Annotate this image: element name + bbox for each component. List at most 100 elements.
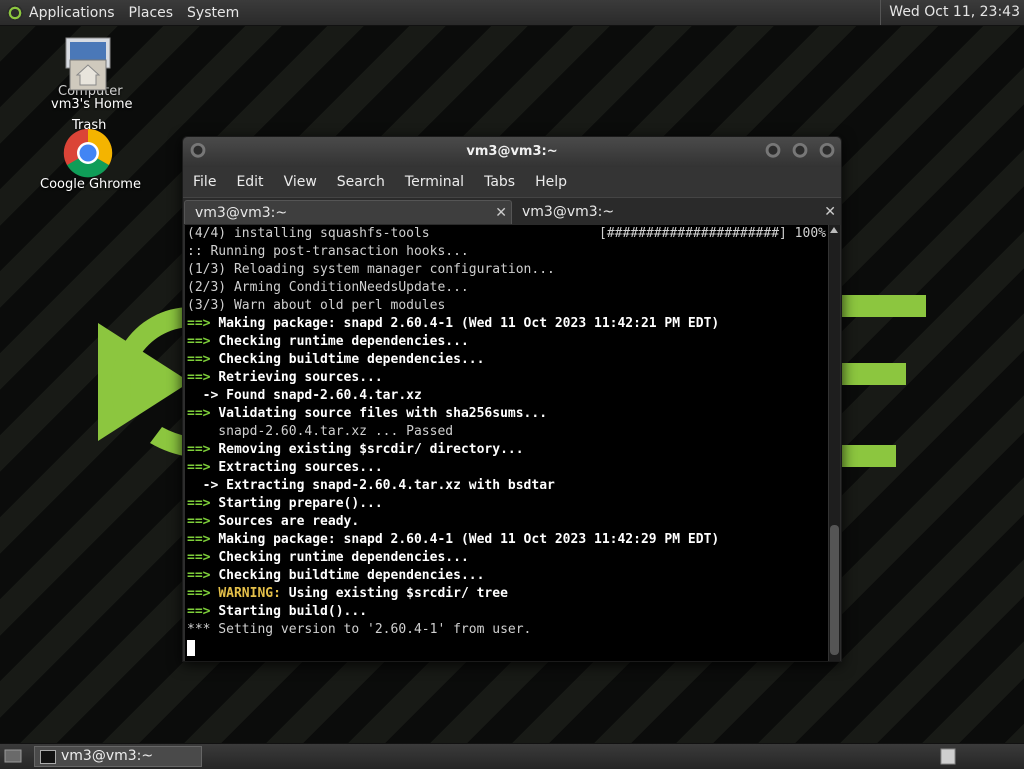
maximize-icon[interactable] (792, 143, 808, 159)
window-title: vm3@vm3:~ (466, 144, 558, 159)
terminal-line: snapd-2.60.4.tar.xz ... Passed (185, 423, 828, 441)
arrow-prefix: ==> (187, 568, 219, 583)
scroll-up-icon[interactable] (830, 227, 838, 233)
terminal-output[interactable]: [######################] 100% (4/4) inst… (185, 225, 828, 661)
terminal-line: -> Found snapd-2.60.4.tar.xz (185, 387, 828, 405)
terminal-line: (2/3) Arming ConditionNeedsUpdate... (185, 279, 828, 297)
menu-places[interactable]: Places (129, 5, 174, 21)
close-icon[interactable] (819, 143, 835, 159)
line-text: Checking buildtime dependencies... (218, 568, 485, 583)
arrow-prefix: ==> (187, 532, 219, 547)
line-text: *** Setting version to '2.60.4-1' from u… (187, 622, 532, 637)
clock[interactable]: Wed Oct 11, 23:43 (880, 0, 1020, 25)
terminal-window[interactable]: vm3@vm3:~ File Edit View Search Terminal… (182, 136, 842, 662)
menubar: File Edit View Search Terminal Tabs Help (183, 167, 841, 197)
arrow-prefix: ==> (187, 550, 219, 565)
home-label: vm3's Home (51, 97, 133, 112)
chrome-icon (63, 128, 113, 178)
taskbar-terminal[interactable]: vm3@vm3:~ (34, 746, 202, 767)
arrow-prefix: ==> (187, 586, 219, 601)
desktop-icon-computer[interactable]: Computer vm3's Home Trash (40, 34, 136, 134)
arrow-prefix: ==> (187, 442, 219, 457)
terminal-line: -> Extracting snapd-2.60.4.tar.xz with b… (185, 477, 828, 495)
arrow-prefix: ==> (187, 604, 219, 619)
line-text: Making package: snapd 2.60.4-1 (Wed 11 O… (218, 532, 720, 547)
line-text: Extracting snapd-2.60.4.tar.xz with bsdt… (226, 478, 555, 493)
arrow-prefix: ==> (187, 460, 219, 475)
line-text: snapd-2.60.4.tar.xz ... Passed (187, 424, 454, 439)
arrow-prefix: ==> (187, 316, 219, 331)
line-text: Removing existing $srcdir/ directory... (218, 442, 524, 457)
line-text: Sources are ready. (218, 514, 360, 529)
line-text: (4/4) installing squashfs-tools (187, 226, 430, 241)
menu-system[interactable]: System (187, 5, 239, 21)
line-text: Starting prepare()... (218, 496, 383, 511)
workspace-switcher-icon[interactable] (940, 748, 956, 765)
line-text: Found snapd-2.60.4.tar.xz (226, 388, 422, 403)
tab-label: vm3@vm3:~ (522, 204, 615, 220)
line-text: (2/3) Arming ConditionNeedsUpdate... (187, 280, 469, 295)
terminal-line: *** Setting version to '2.60.4-1' from u… (185, 621, 828, 639)
terminal-line: ==> Validating source files with sha256s… (185, 405, 828, 423)
terminal-line: ==> Making package: snapd 2.60.4-1 (Wed … (185, 315, 828, 333)
line-text: (3/3) Warn about old perl modules (187, 298, 446, 313)
arrow-prefix: ==> (187, 334, 219, 349)
terminal-line: ==> Checking buildtime dependencies... (185, 567, 828, 585)
line-text: Checking runtime dependencies... (218, 334, 469, 349)
window-titlebar[interactable]: vm3@vm3:~ (183, 137, 841, 167)
tab-1[interactable]: vm3@vm3:~ ✕ (184, 200, 512, 224)
menu-file[interactable]: File (183, 174, 226, 190)
line-text: Checking runtime dependencies... (218, 550, 469, 565)
line-text: Making package: snapd 2.60.4-1 (Wed 11 O… (218, 316, 720, 331)
home-folder-icon (69, 59, 107, 91)
line-text: (1/3) Reloading system manager configura… (187, 262, 555, 277)
tab-close-icon[interactable]: ✕ (495, 201, 507, 225)
terminal-line: ==> Checking runtime dependencies... (185, 333, 828, 351)
arrow-prefix: -> (187, 388, 227, 403)
menu-view[interactable]: View (274, 174, 327, 190)
terminal-line: (1/3) Reloading system manager configura… (185, 261, 828, 279)
scroll-thumb[interactable] (830, 525, 839, 655)
progress-bar-text: [######################] 100% (599, 226, 826, 241)
tab-close-icon[interactable]: ✕ (824, 200, 836, 224)
arrow-prefix: -> (187, 478, 227, 493)
tab-bar: vm3@vm3:~ ✕ vm3@vm3:~ ✕ (183, 197, 841, 225)
top-panel: Applications Places System Wed Oct 11, 2… (0, 0, 1024, 26)
menu-applications[interactable]: Applications (29, 5, 115, 21)
taskbar-label: vm3@vm3:~ (61, 748, 154, 764)
line-text: Using existing $srcdir/ tree (288, 586, 508, 601)
desktop-icon-chrome[interactable]: Coogle Ghrome (36, 126, 141, 196)
distro-logo-icon[interactable] (7, 4, 23, 21)
terminal-line: ==> Starting build()... (185, 603, 828, 621)
bottom-panel: vm3@vm3:~ (0, 743, 1024, 769)
menu-edit[interactable]: Edit (226, 174, 273, 190)
arrow-prefix: ==> (187, 514, 219, 529)
terminal-line: ==> Checking runtime dependencies... (185, 549, 828, 567)
terminal-line: ==> Checking buildtime dependencies... (185, 351, 828, 369)
terminal-line: ==> WARNING: Using existing $srcdir/ tre… (185, 585, 828, 603)
tab-2[interactable]: vm3@vm3:~ ✕ (512, 200, 840, 224)
menu-help[interactable]: Help (525, 174, 577, 190)
terminal-line: ==> Sources are ready. (185, 513, 828, 531)
line-text: Starting build()... (218, 604, 368, 619)
arrow-prefix: ==> (187, 352, 219, 367)
terminal-line: (3/3) Warn about old perl modules (185, 297, 828, 315)
warning-label: WARNING: (218, 586, 281, 601)
scrollbar[interactable] (828, 225, 840, 661)
line-text: Retrieving sources... (218, 370, 383, 385)
arrow-prefix: ==> (187, 496, 219, 511)
terminal-cursor (187, 640, 195, 656)
arrow-prefix: ==> (187, 370, 219, 385)
terminal-line: ==> Retrieving sources... (185, 369, 828, 387)
terminal-icon (40, 750, 56, 764)
terminal-line: ==> Making package: snapd 2.60.4-1 (Wed … (185, 531, 828, 549)
minimize-icon[interactable] (765, 143, 781, 159)
menu-tabs[interactable]: Tabs (474, 174, 525, 190)
menu-terminal[interactable]: Terminal (395, 174, 474, 190)
prompt-line (185, 639, 828, 657)
terminal-line: ==> Starting prepare()... (185, 495, 828, 513)
terminal-line: :: Running post-transaction hooks... (185, 243, 828, 261)
menu-search[interactable]: Search (327, 174, 395, 190)
chrome-label: Coogle Ghrome (40, 177, 141, 192)
show-desktop-icon[interactable] (4, 748, 22, 764)
